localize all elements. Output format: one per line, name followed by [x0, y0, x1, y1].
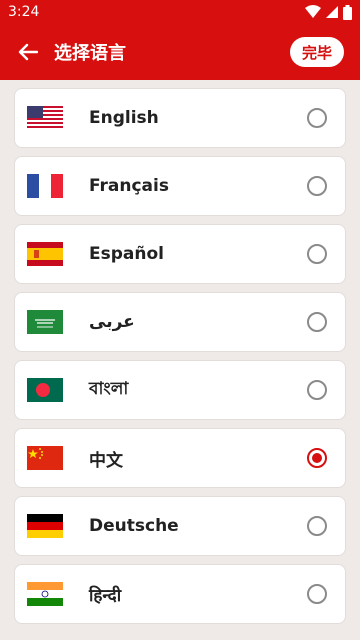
radio-button[interactable]: [307, 244, 327, 264]
china-flag-icon: [27, 446, 63, 470]
radio-button[interactable]: [307, 516, 327, 536]
app-bar: 选择语言 完毕: [0, 24, 360, 80]
france-flag-icon: [27, 174, 63, 198]
language-label: Français: [89, 176, 169, 196]
language-label: English: [89, 108, 159, 128]
language-item-chinese[interactable]: 中文: [14, 428, 346, 488]
radio-button[interactable]: [307, 312, 327, 332]
language-label: 中文: [89, 450, 123, 471]
saudi-flag-icon: [27, 310, 63, 334]
status-bar: 3:24: [0, 0, 360, 24]
language-label: Deutsche: [89, 516, 179, 536]
radio-button[interactable]: [307, 380, 327, 400]
language-item-spanish[interactable]: Español: [14, 224, 346, 284]
us-flag-icon: [27, 106, 63, 130]
india-flag-icon: [27, 582, 63, 606]
radio-button-selected[interactable]: [307, 448, 327, 468]
language-label: বাংলা: [89, 379, 129, 399]
language-item-french[interactable]: Français: [14, 156, 346, 216]
done-button[interactable]: 完毕: [289, 37, 344, 67]
status-icons: [305, 4, 352, 20]
language-list: English Français Español عربى বাংলা 中文 D…: [0, 80, 360, 624]
back-arrow-icon[interactable]: [16, 40, 40, 64]
radio-button[interactable]: [307, 584, 327, 604]
language-label: Español: [89, 244, 164, 264]
germany-flag-icon: [27, 514, 63, 538]
language-item-german[interactable]: Deutsche: [14, 496, 346, 556]
spain-flag-icon: [27, 242, 63, 266]
battery-icon: [343, 4, 352, 20]
language-label: हिन्दी: [89, 585, 122, 606]
wifi-icon: [305, 5, 321, 18]
radio-button[interactable]: [307, 108, 327, 128]
language-item-bengali[interactable]: বাংলা: [14, 360, 346, 420]
language-label: عربى: [89, 312, 135, 332]
language-item-english[interactable]: English: [14, 88, 346, 148]
signal-icon: [326, 6, 338, 18]
bangladesh-flag-icon: [27, 378, 63, 402]
language-item-hindi[interactable]: हिन्दी: [14, 564, 346, 624]
status-time: 3:24: [8, 4, 40, 20]
page-title: 选择语言: [54, 43, 126, 64]
language-item-arabic[interactable]: عربى: [14, 292, 346, 352]
radio-button[interactable]: [307, 176, 327, 196]
